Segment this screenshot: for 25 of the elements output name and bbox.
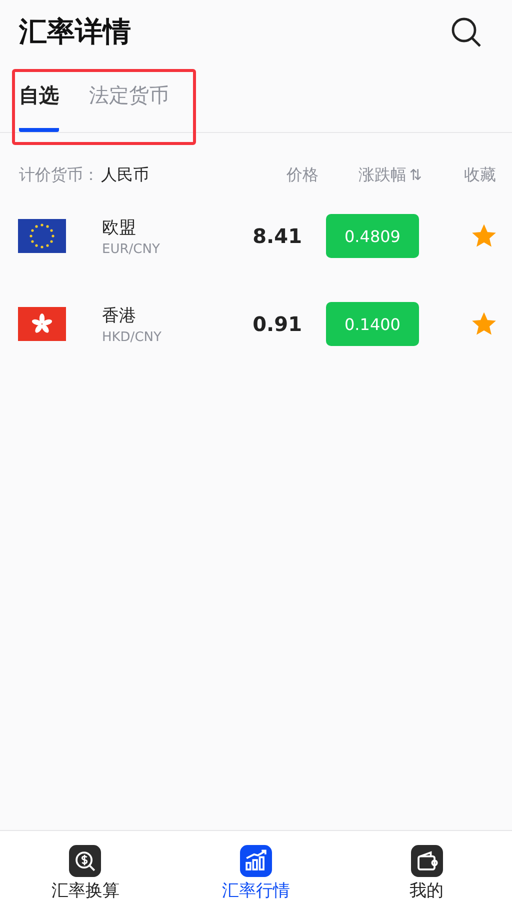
flag-icon xyxy=(18,219,66,253)
nav-item[interactable]: 我的 xyxy=(341,831,512,903)
tab[interactable]: 自选 xyxy=(19,70,59,132)
column-header: 价格 xyxy=(286,164,318,186)
quote-currency[interactable]: 人民币 xyxy=(101,164,149,186)
wallet-icon xyxy=(410,845,444,877)
currency-pair: HKD/CNY xyxy=(102,330,162,344)
currency-name: 欧盟 xyxy=(102,216,137,238)
change-badge: 0.4809 xyxy=(326,214,419,258)
column-header: 收藏 xyxy=(464,164,496,186)
star-icon[interactable] xyxy=(472,312,496,336)
quote-currency-label: 计价货币： xyxy=(19,164,99,186)
price: 0.91 xyxy=(252,312,302,336)
page-title: 汇率详情 xyxy=(19,14,131,50)
nav-item[interactable]: 汇率换算 xyxy=(0,831,171,903)
price: 8.41 xyxy=(252,224,302,248)
star-icon[interactable] xyxy=(472,224,496,248)
nav-item[interactable]: 汇率行情 xyxy=(170,831,342,903)
chart-icon xyxy=(239,845,273,877)
change-badge: 0.1400 xyxy=(326,302,419,346)
currency-pair: EUR/CNY xyxy=(102,242,160,256)
search-icon[interactable] xyxy=(450,16,482,48)
dollar-search-icon xyxy=(68,845,102,877)
currency-name: 香港 xyxy=(102,304,137,326)
flag-icon xyxy=(18,307,66,341)
